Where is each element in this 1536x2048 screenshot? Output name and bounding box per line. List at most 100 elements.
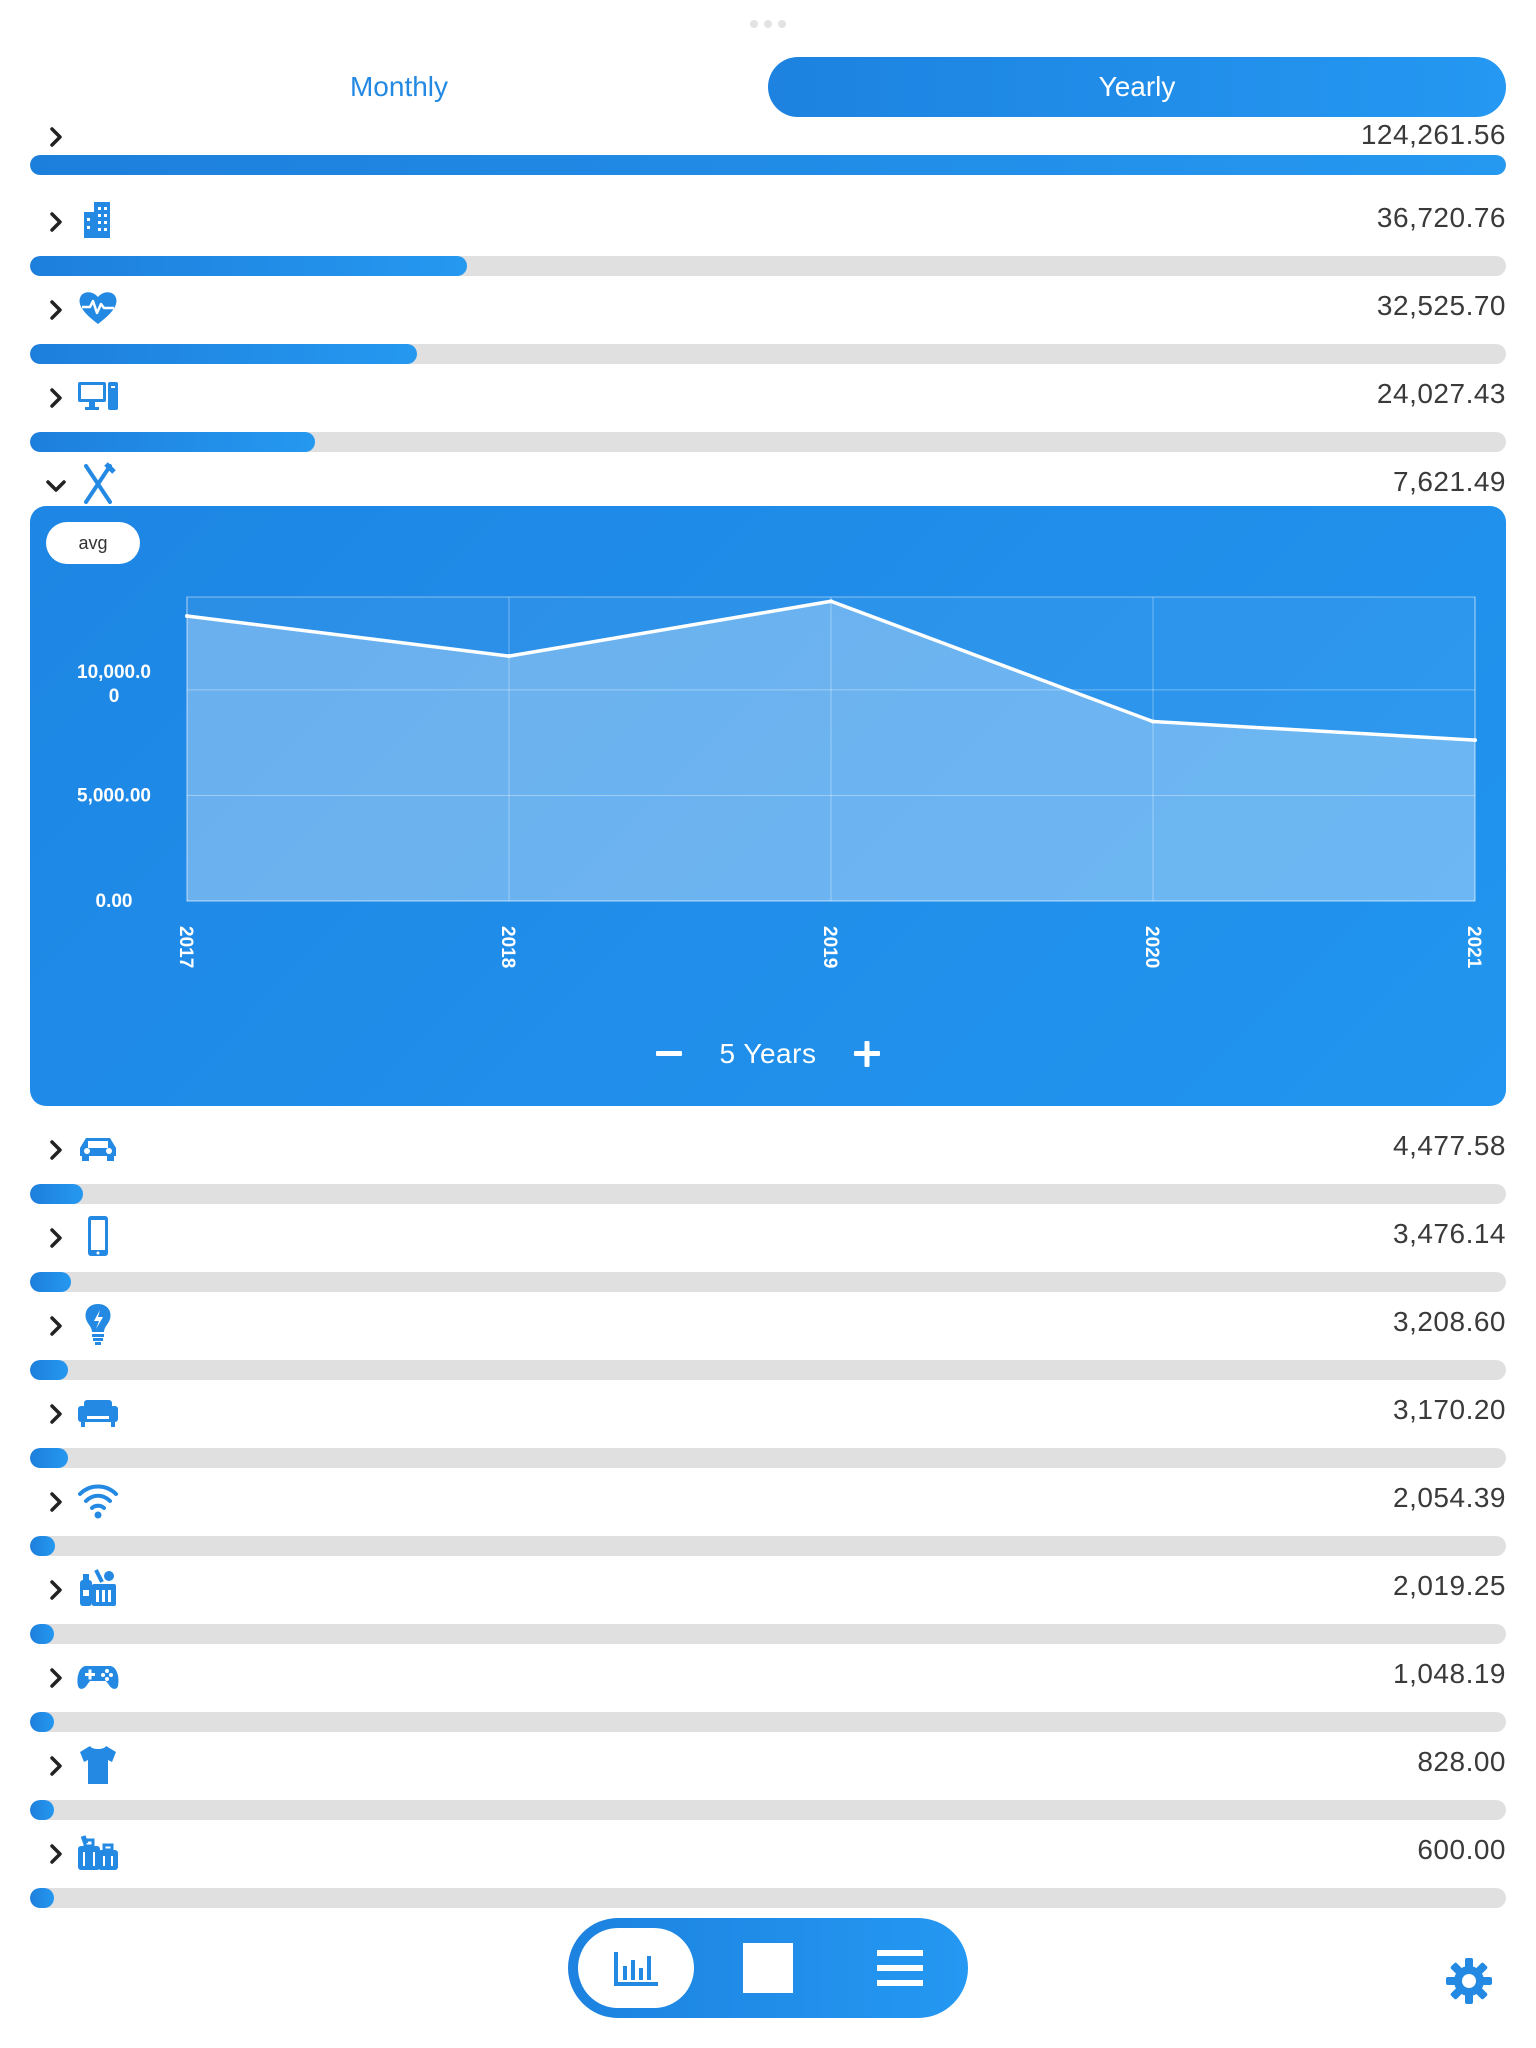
- category-row[interactable]: 24,027.43: [30, 374, 1506, 452]
- chevron-down-icon[interactable]: [42, 472, 70, 500]
- progress-fill: [30, 432, 315, 452]
- chevron-right-icon[interactable]: [42, 1488, 70, 1516]
- heart-pulse-icon: [79, 292, 117, 324]
- chart-icon: [614, 1952, 658, 1986]
- tab-yearly[interactable]: Yearly: [768, 57, 1506, 117]
- progress-fill: [30, 1536, 56, 1556]
- yearly-area-chart: 0.00 5,000.00 10,000.0 0 2017 2018 2019 2020 202…: [77, 596, 1484, 969]
- chevron-right-icon[interactable]: [42, 1752, 70, 1780]
- category-row[interactable]: 3,208.60: [30, 1302, 1506, 1380]
- category-row[interactable]: 3,476.14: [30, 1214, 1506, 1292]
- category-amount: 2,019.25: [1393, 1570, 1506, 1601]
- category-progress-bar: [30, 344, 1506, 364]
- category-row[interactable]: 32,525.70: [30, 286, 1506, 364]
- progress-fill: [30, 1888, 54, 1908]
- category-progress-bar: [30, 1888, 1506, 1908]
- category-amount: 32,525.70: [1376, 290, 1506, 321]
- lightbulb-icon: [85, 1304, 111, 1345]
- chevron-right-icon[interactable]: [42, 1664, 70, 1692]
- x-tick-label: 2020: [1141, 926, 1162, 968]
- gamepad-icon: [77, 1666, 119, 1689]
- period-segmented-control: Monthly Yearly: [30, 57, 1506, 117]
- category-row[interactable]: 1,048.19: [30, 1654, 1506, 1732]
- category-amount: 2,054.39: [1393, 1482, 1506, 1513]
- y-tick-label: 10,000.0 0: [77, 662, 151, 707]
- category-row[interactable]: 600.00: [30, 1830, 1506, 1908]
- progress-fill: [30, 1624, 54, 1644]
- groceries-icon: [80, 1569, 116, 1606]
- category-amount: 3,476.14: [1393, 1218, 1506, 1249]
- settings-gear-icon[interactable]: [1444, 1956, 1494, 2006]
- category-row[interactable]: 2,054.39: [30, 1478, 1506, 1556]
- list-icon: [877, 1950, 923, 1986]
- smartphone-icon: [88, 1216, 108, 1256]
- category-amount: 7,621.49: [1393, 466, 1506, 497]
- y-tick-label: 0.00: [96, 891, 133, 912]
- category-progress-bar: [30, 1448, 1506, 1468]
- tab-list[interactable]: [842, 1928, 958, 2008]
- chevron-right-icon[interactable]: [42, 1400, 70, 1428]
- category-row[interactable]: 828.00: [30, 1742, 1506, 1820]
- progress-fill: [30, 256, 467, 276]
- category-amount: 4,477.58: [1393, 1130, 1506, 1161]
- category-amount: 828.00: [1417, 1746, 1506, 1777]
- bottom-tab-bar: [568, 1918, 968, 2018]
- tshirt-icon: [80, 1746, 116, 1784]
- progress-fill: [30, 155, 1506, 175]
- tab-monthly[interactable]: Monthly: [30, 57, 768, 117]
- chevron-right-icon[interactable]: [42, 1136, 70, 1164]
- category-progress-bar: [30, 1272, 1506, 1292]
- sofa-icon: [78, 1400, 118, 1427]
- data-point: [1151, 719, 1155, 724]
- chevron-right-icon[interactable]: [42, 384, 70, 412]
- category-progress-bar: [30, 432, 1506, 452]
- drag-handle[interactable]: [748, 20, 788, 32]
- category-amount: 600.00: [1417, 1834, 1506, 1865]
- increase-range-button[interactable]: [852, 1039, 882, 1069]
- category-progress-bar: [30, 1184, 1506, 1204]
- total-amount: 124,261.56: [1360, 119, 1506, 150]
- category-row[interactable]: 3,170.20: [30, 1390, 1506, 1468]
- chevron-right-icon[interactable]: [42, 1312, 70, 1340]
- data-point: [507, 654, 511, 659]
- category-progress-bar: [30, 1800, 1506, 1820]
- category-row[interactable]: 2,019.25: [30, 1566, 1506, 1644]
- chevron-right-icon[interactable]: [42, 208, 70, 236]
- x-tick-label: 2018: [497, 926, 518, 968]
- progress-fill: [30, 344, 417, 364]
- decrease-range-button[interactable]: [654, 1039, 684, 1069]
- category-amount: 3,208.60: [1393, 1306, 1506, 1337]
- x-tick-label: 2017: [175, 926, 196, 968]
- category-progress-bar: [30, 1360, 1506, 1380]
- category-row[interactable]: 36,720.76: [30, 198, 1506, 276]
- range-control: 5 Years: [30, 1034, 1506, 1074]
- category-amount: 36,720.76: [1376, 202, 1506, 233]
- chevron-right-icon[interactable]: [42, 1224, 70, 1252]
- y-tick-label: 5,000.00: [77, 785, 151, 806]
- category-amount: 24,027.43: [1376, 378, 1506, 409]
- computer-icon: [78, 382, 118, 410]
- x-tick-label: 2019: [819, 926, 840, 968]
- progress-fill: [30, 1448, 69, 1468]
- progress-fill: [30, 1360, 69, 1380]
- fork-knife-icon: [84, 462, 116, 504]
- chevron-right-icon[interactable]: [42, 296, 70, 324]
- chevron-right-icon[interactable]: [42, 1840, 70, 1868]
- plus-icon: [854, 1041, 881, 1067]
- car-icon: [80, 1138, 116, 1161]
- luggage-icon: [78, 1835, 118, 1870]
- data-point: [185, 614, 189, 618]
- tab-chart[interactable]: [578, 1928, 694, 2008]
- category-amount: 1,048.19: [1393, 1658, 1506, 1689]
- category-progress-bar: [30, 1712, 1506, 1732]
- wifi-icon: [78, 1484, 118, 1519]
- square-icon: [743, 1943, 793, 1993]
- category-row[interactable]: 4,477.58: [30, 1126, 1506, 1204]
- tab-single[interactable]: [710, 1928, 826, 2008]
- minus-icon: [655, 1051, 682, 1056]
- total-row[interactable]: 124,261.56: [30, 115, 1506, 175]
- progress-fill: [30, 1272, 72, 1292]
- data-point: [1473, 738, 1477, 743]
- chevron-right-icon[interactable]: [42, 1576, 70, 1604]
- chevron-right-icon[interactable]: [42, 123, 70, 151]
